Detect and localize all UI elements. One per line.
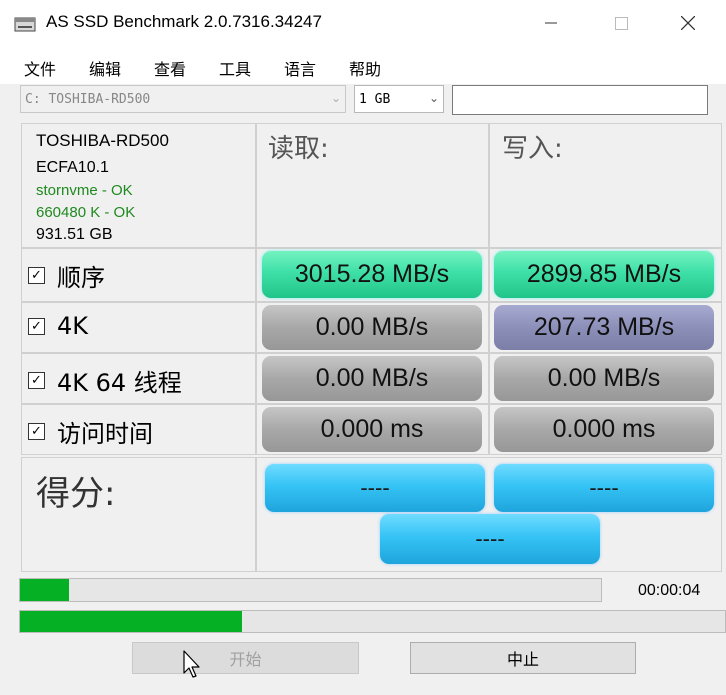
drive-icon — [14, 17, 36, 32]
4k-64-checkbox[interactable]: ✓ — [28, 372, 45, 389]
progress-fill — [20, 579, 70, 601]
check-icon: ✓ — [31, 424, 42, 439]
write-column-header: 写入: — [502, 134, 563, 164]
title-bar: AS SSD Benchmark 2.0.7316.34247 — [0, 0, 726, 46]
4k-read-result: 0.00 MB/s — [262, 305, 482, 350]
size-select-value: 1 GB — [359, 92, 391, 107]
stop-button[interactable]: 中止 — [410, 642, 636, 674]
elapsed-time: 00:00:04 — [638, 582, 701, 599]
read-score: ---- — [265, 464, 485, 512]
write-score: ---- — [494, 464, 714, 512]
4k-write-result: 207.73 MB/s — [494, 305, 714, 350]
test-label: 访问时间 — [57, 420, 153, 448]
menu-file[interactable]: 文件 — [24, 56, 56, 80]
test-4k-64-threads[interactable]: ✓ 4K 64 线程 — [28, 363, 182, 398]
size-select[interactable]: 1 GB ⌄ — [354, 85, 444, 113]
access-time-read-result: 0.000 ms — [262, 407, 482, 452]
maximize-icon — [614, 16, 628, 30]
drive-select-value: C: TOSHIBA-RD500 — [25, 92, 151, 107]
menu-tools[interactable]: 工具 — [219, 56, 251, 80]
sequential-checkbox[interactable]: ✓ — [28, 267, 45, 284]
test-label: 4K — [57, 312, 89, 340]
read-column-header: 读取: — [268, 134, 329, 164]
window-title: AS SSD Benchmark 2.0.7316.34247 — [46, 12, 322, 31]
4k-checkbox[interactable]: ✓ — [28, 317, 45, 335]
menu-view[interactable]: 查看 — [154, 56, 186, 80]
minimize-button[interactable] — [527, 0, 575, 46]
menu-edit[interactable]: 编辑 — [89, 56, 121, 80]
access-time-checkbox[interactable]: ✓ — [28, 423, 45, 440]
total-score: ---- — [380, 514, 600, 564]
check-icon: ✓ — [31, 268, 42, 283]
test-label: 4K 64 线程 — [57, 369, 182, 397]
access-time-write-result: 0.000 ms — [494, 407, 714, 452]
maximize-button[interactable] — [597, 0, 645, 46]
start-button[interactable]: 开始 — [132, 642, 359, 674]
progress-bar-test — [19, 578, 602, 602]
sequential-write-result: 2899.85 MB/s — [494, 251, 714, 298]
chevron-down-icon: ⌄ — [330, 91, 341, 105]
check-icon: ✓ — [31, 373, 42, 388]
check-icon: ✓ — [31, 318, 42, 334]
test-sequential[interactable]: ✓ 顺序 — [28, 258, 105, 293]
menu-language[interactable]: 语言 — [284, 56, 316, 80]
mouse-cursor-icon — [183, 650, 200, 678]
minimize-icon — [545, 22, 557, 24]
driver-status: stornvme - OK — [36, 182, 133, 199]
chevron-down-icon: ⌄ — [428, 91, 439, 105]
alignment-status: 660480 K - OK — [36, 204, 136, 221]
drive-model: TOSHIBA-RD500 — [36, 131, 169, 150]
close-icon — [681, 16, 695, 30]
test-label: 顺序 — [57, 264, 105, 292]
menu-bar: 文件 编辑 查看 工具 语言 帮助 — [0, 46, 726, 84]
score-label: 得分: — [36, 474, 116, 514]
4k64-read-result: 0.00 MB/s — [262, 356, 482, 401]
menu-help[interactable]: 帮助 — [349, 56, 381, 80]
test-4k[interactable]: ✓ 4K — [28, 312, 88, 340]
progress-bar-total — [19, 610, 726, 633]
drive-select[interactable]: C: TOSHIBA-RD500 ⌄ — [20, 85, 346, 113]
text-input[interactable] — [452, 85, 708, 115]
sequential-read-result: 3015.28 MB/s — [262, 251, 482, 298]
4k64-write-result: 0.00 MB/s — [494, 356, 714, 401]
test-access-time[interactable]: ✓ 访问时间 — [28, 414, 153, 449]
close-button[interactable] — [664, 0, 712, 46]
progress-fill — [20, 611, 243, 632]
drive-capacity: 931.51 GB — [36, 226, 113, 243]
drive-firmware: ECFA10.1 — [36, 159, 109, 176]
